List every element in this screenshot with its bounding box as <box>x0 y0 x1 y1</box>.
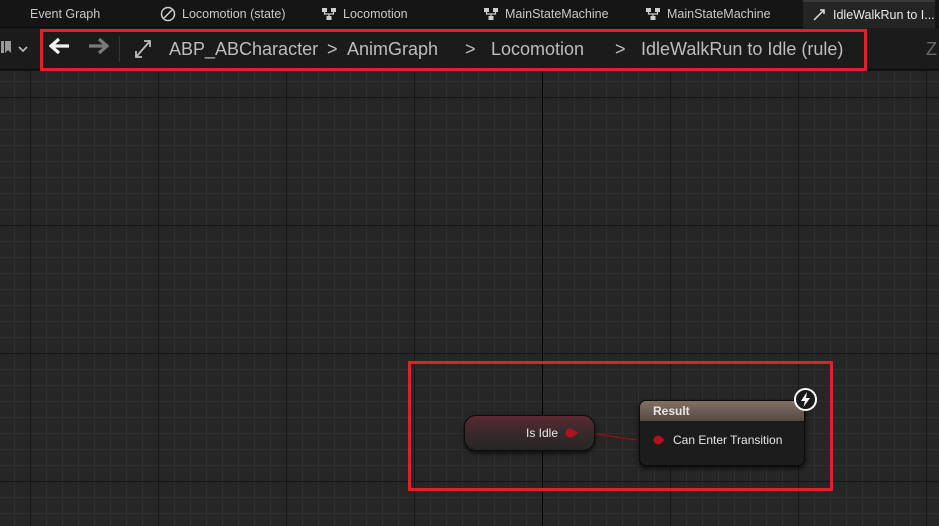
node-highlight-box <box>408 361 833 491</box>
